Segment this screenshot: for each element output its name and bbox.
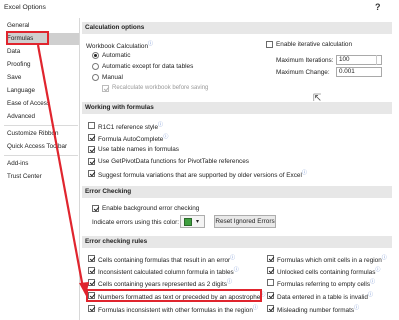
error-color-picker[interactable]: ▾ [180, 215, 205, 228]
color-swatch-icon [184, 218, 192, 226]
rule-label: Misleading number formatsⓘ [277, 305, 360, 315]
info-icon: ⓘ [354, 305, 360, 311]
formula-autocomplete-label: Formula AutoCompleteⓘ [98, 134, 169, 144]
suggest-variations-label: Suggest formula variations that are supp… [98, 170, 307, 180]
rule-label: Unlocked cells containing formulasⓘ [277, 267, 381, 277]
info-icon: ⓘ [381, 255, 387, 261]
indicate-color-label: Indicate errors using this color: [92, 219, 180, 226]
spinner-icon[interactable] [376, 55, 381, 65]
nav-item-customize-ribbon[interactable]: Customize Ribbon [7, 128, 79, 140]
title-bar: Excel Options ? [0, 0, 399, 18]
iterative-calculation-label: Enable iterative calculation [276, 41, 353, 48]
info-icon: ⓘ [301, 170, 307, 176]
nav-divider [4, 125, 78, 126]
table-names-checkbox[interactable] [88, 146, 95, 153]
section-working-with-formulas: Working with formulas [82, 102, 392, 114]
manual-radio[interactable] [92, 74, 99, 81]
highlight-numbers-as-text-box [86, 289, 262, 302]
mouse-cursor-icon: ⇱ [313, 93, 322, 104]
nav-item-proofing[interactable]: Proofing [7, 59, 79, 71]
rule-checkbox[interactable] [88, 305, 95, 312]
rule-checkbox[interactable] [88, 279, 95, 286]
auto-except-tables-label: Automatic except for data tables [102, 63, 194, 70]
getpivotdata-label: Use GetPivotData functions for PivotTabl… [98, 158, 249, 165]
recalculate-before-saving-checkbox[interactable] [102, 85, 109, 92]
formulas-panel: Calculation options Workbook Calculation… [80, 18, 392, 320]
nav-divider [4, 155, 78, 156]
recalculate-before-saving-label: Recalculate workbook before saving [112, 85, 209, 91]
section-error-checking: Error Checking [82, 186, 392, 198]
rule-checkbox[interactable] [267, 267, 274, 274]
rule-label: Data entered in a table is invalidⓘ [277, 292, 373, 302]
table-names-label: Use table names in formulas [98, 146, 179, 153]
max-iterations-input[interactable]: 100 [336, 55, 382, 65]
rule-label: Formulas which omit cells in a regionⓘ [277, 255, 387, 265]
info-icon: ⓘ [148, 41, 154, 47]
info-icon: ⓘ [226, 279, 232, 285]
background-error-checking-checkbox[interactable] [92, 205, 99, 212]
automatic-radio[interactable] [92, 52, 99, 59]
rule-checkbox[interactable] [88, 267, 95, 274]
nav-item-language[interactable]: Language [7, 85, 79, 97]
chevron-down-icon: ▾ [196, 219, 200, 225]
nav-item-add-ins[interactable]: Add-ins [7, 158, 79, 170]
info-icon: ⓘ [230, 255, 236, 261]
help-button[interactable]: ? [375, 2, 381, 12]
info-icon: ⓘ [252, 305, 258, 311]
max-change-label: Maximum Change: [276, 69, 330, 76]
rule-checkbox[interactable] [267, 279, 274, 286]
nav-item-quick-access-toolbar[interactable]: Quick Access Toolbar [7, 141, 79, 153]
manual-label: Manual [102, 74, 123, 81]
rule-label: Formulas inconsistent with other formula… [98, 305, 258, 315]
info-icon: ⓘ [158, 122, 164, 128]
nav-item-trust-center[interactable]: Trust Center [7, 171, 79, 183]
automatic-label: Automatic [102, 52, 131, 59]
rule-checkbox[interactable] [267, 255, 274, 262]
window-title: Excel Options [4, 4, 46, 11]
nav-item-data[interactable]: Data [7, 46, 79, 58]
info-icon: ⓘ [375, 267, 381, 273]
reset-ignored-errors-button[interactable]: Reset Ignored Errors [214, 215, 276, 228]
section-error-checking-rules: Error checking rules [82, 236, 392, 248]
highlight-formulas-box [6, 31, 49, 45]
rule-label: Cells containing years represented as 2 … [98, 279, 232, 289]
max-change-input[interactable]: 0.001 [336, 67, 382, 77]
info-icon: ⓘ [163, 134, 169, 140]
nav-item-save[interactable]: Save [7, 72, 79, 84]
background-error-checking-label: Enable background error checking [102, 205, 200, 212]
formula-autocomplete-checkbox[interactable] [88, 134, 95, 141]
info-icon: ⓘ [367, 292, 373, 298]
r1c1-label: R1C1 reference styleⓘ [98, 122, 164, 132]
auto-except-tables-radio[interactable] [92, 63, 99, 70]
info-icon: ⓘ [370, 279, 376, 285]
rule-checkbox[interactable] [267, 305, 274, 312]
nav-item-advanced[interactable]: Advanced [7, 111, 79, 123]
rule-checkbox[interactable] [267, 292, 274, 299]
getpivotdata-checkbox[interactable] [88, 158, 95, 165]
section-calculation-options: Calculation options [82, 22, 392, 34]
iterative-calculation-checkbox[interactable] [266, 41, 273, 48]
workbook-calculation-label: Workbook Calculationⓘ [86, 41, 154, 51]
rule-label: Formulas referring to empty cellsⓘ [277, 279, 376, 289]
suggest-variations-checkbox[interactable] [88, 170, 95, 177]
options-nav: General Formulas Data Proofing Save Lang… [2, 18, 80, 320]
rule-label: Cells containing formulas that result in… [98, 255, 236, 265]
r1c1-checkbox[interactable] [88, 122, 95, 129]
nav-item-ease-of-access[interactable]: Ease of Access [7, 98, 79, 110]
rule-checkbox[interactable] [88, 255, 95, 262]
info-icon: ⓘ [233, 267, 239, 273]
rule-label: Inconsistent calculated column formula i… [98, 267, 239, 277]
max-iterations-label: Maximum Iterations: [276, 57, 334, 64]
